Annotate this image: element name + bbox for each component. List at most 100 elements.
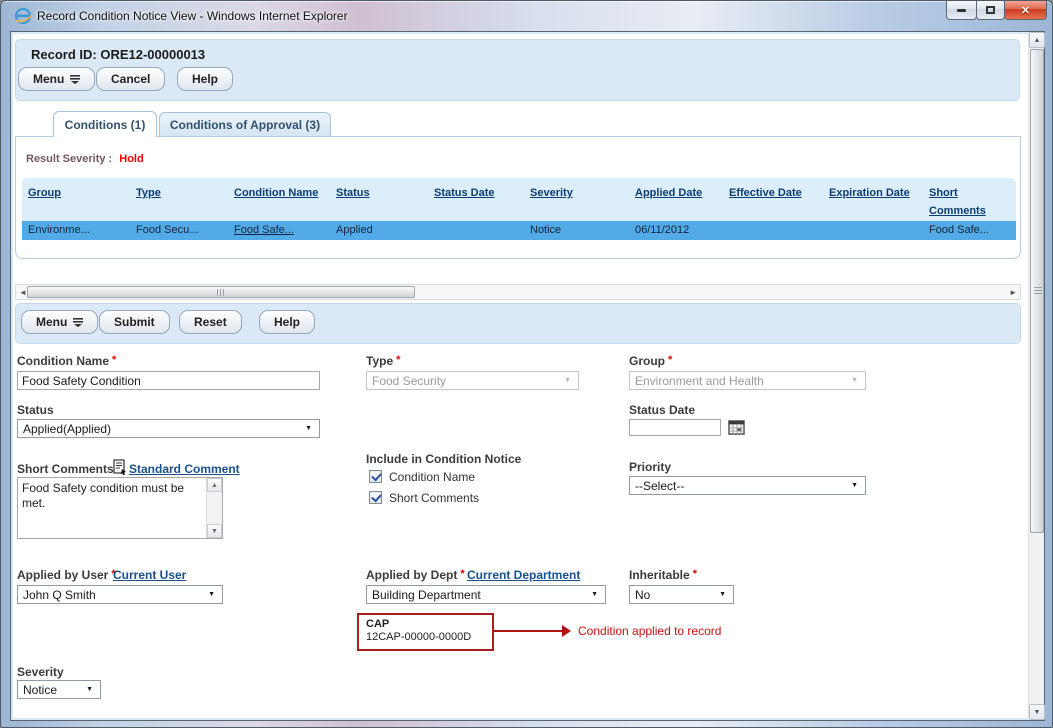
- column-header-applied-date[interactable]: Applied Date: [635, 187, 702, 199]
- cell-effective-date: [723, 221, 823, 240]
- minimize-button[interactable]: [946, 1, 977, 20]
- column-header-type[interactable]: Type: [136, 187, 161, 199]
- status-date-input[interactable]: [629, 419, 721, 436]
- standard-comment-icon[interactable]: [113, 459, 127, 476]
- severity-select[interactable]: Notice ▼: [17, 680, 101, 699]
- title-bar[interactable]: Record Condition Notice View - Windows I…: [1, 1, 1052, 31]
- condition-name-checkbox[interactable]: [369, 470, 382, 483]
- cell-group: Environme...: [22, 221, 130, 240]
- textarea-scrollbar[interactable]: ▲ ▼: [206, 478, 222, 538]
- chevron-down-icon: ▼: [719, 591, 726, 598]
- column-header-severity[interactable]: Severity: [530, 187, 573, 199]
- column-header-condition-name[interactable]: Condition Name: [234, 187, 318, 199]
- chevron-down-icon: ▼: [591, 591, 598, 598]
- cap-number: 12CAP-00000-0000D: [366, 631, 492, 643]
- cancel-button[interactable]: Cancel: [96, 67, 165, 91]
- column-header-expiration-date[interactable]: Expiration Date: [829, 187, 910, 199]
- cell-expiration-date: [823, 221, 923, 240]
- chevron-down-icon: ▼: [851, 377, 858, 384]
- annotation-arrow-icon: [562, 625, 571, 637]
- result-severity-value: Hold: [119, 153, 143, 165]
- include-in-condition-notice-label: Include in Condition Notice: [366, 452, 521, 466]
- condition-name-label: Condition Name*: [17, 354, 116, 368]
- column-header-status[interactable]: Status: [336, 187, 370, 199]
- standard-comment-link[interactable]: Standard Comment: [129, 462, 240, 476]
- current-department-link[interactable]: Current Department: [467, 568, 580, 582]
- column-header-group[interactable]: Group: [28, 187, 61, 199]
- cell-severity: Notice: [524, 221, 629, 240]
- cell-type: Food Secu...: [130, 221, 228, 240]
- close-icon: ✕: [1021, 4, 1030, 17]
- vertical-scrollbar-thumb[interactable]: [1030, 49, 1044, 533]
- reset-button[interactable]: Reset: [179, 310, 242, 334]
- chevron-down-icon: ▼: [305, 425, 312, 432]
- short-comments-checkbox[interactable]: [369, 491, 382, 504]
- short-comments-textarea[interactable]: Food Safety condition must be met. ▲ ▼: [17, 477, 223, 539]
- inheritable-select[interactable]: No ▼: [629, 585, 734, 604]
- column-header-effective-date[interactable]: Effective Date: [729, 187, 802, 199]
- help-button[interactable]: Help: [177, 67, 233, 91]
- scroll-down-icon[interactable]: ▼: [1029, 704, 1045, 720]
- tab-conditions[interactable]: Conditions (1): [53, 111, 157, 137]
- cell-short-comments: Food Safe...: [923, 221, 1016, 240]
- menu-button[interactable]: Menu: [18, 67, 95, 91]
- cap-label: CAP: [366, 618, 492, 630]
- maximize-button[interactable]: [976, 1, 1005, 20]
- required-marker: *: [668, 354, 672, 366]
- condition-name-input[interactable]: [17, 371, 320, 390]
- submit-button[interactable]: Submit: [99, 310, 170, 334]
- inheritable-label: Inheritable*: [629, 568, 697, 582]
- required-marker: *: [396, 354, 400, 366]
- type-label: Type*: [366, 354, 400, 368]
- close-button[interactable]: ✕: [1004, 1, 1047, 20]
- window-title: Record Condition Notice View - Windows I…: [37, 9, 348, 23]
- scroll-right-icon[interactable]: ►: [1009, 288, 1017, 297]
- scroll-left-icon[interactable]: ◄: [19, 288, 27, 297]
- result-severity: Result Severity : Hold: [26, 153, 144, 165]
- chevron-down-icon: ▼: [86, 686, 93, 693]
- status-date-label: Status Date: [629, 403, 695, 417]
- conditions-table: Group Type Condition Name Status Status …: [22, 178, 1016, 240]
- horizontal-scrollbar-thumb[interactable]: [27, 286, 415, 298]
- current-user-link[interactable]: Current User: [113, 568, 186, 582]
- browser-window: Record Condition Notice View - Windows I…: [0, 0, 1053, 728]
- status-select[interactable]: Applied(Applied) ▼: [17, 419, 320, 438]
- column-header-short-comments[interactable]: Short Comments: [929, 187, 986, 217]
- menu-caret-icon: [70, 75, 80, 84]
- annotation-text: Condition applied to record: [578, 624, 721, 638]
- annotation-arrow-line: [494, 630, 562, 632]
- column-header-status-date[interactable]: Status Date: [434, 187, 495, 199]
- cell-condition-name-link[interactable]: Food Safe...: [234, 224, 294, 236]
- applied-by-user-label: Applied by User*: [17, 568, 116, 582]
- form-help-button[interactable]: Help: [259, 310, 315, 334]
- menu-caret-icon: [73, 318, 83, 327]
- scroll-down-icon[interactable]: ▼: [207, 524, 222, 538]
- chevron-down-icon: ▼: [851, 482, 858, 489]
- maximize-icon: [986, 6, 995, 14]
- scroll-up-icon[interactable]: ▲: [207, 478, 222, 492]
- type-select: Food Security ▼: [366, 371, 579, 390]
- scroll-up-icon[interactable]: ▲: [1029, 32, 1045, 48]
- tab-conditions-of-approval[interactable]: Conditions of Approval (3): [159, 112, 331, 137]
- short-comments-label: Short Comments: [17, 462, 114, 476]
- condition-name-checkbox-label: Condition Name: [389, 470, 475, 484]
- applied-by-dept-select[interactable]: Building Department ▼: [366, 585, 606, 604]
- conditions-table-panel: Result Severity : Hold Group Type Condit…: [15, 136, 1021, 259]
- calendar-icon[interactable]: [728, 420, 746, 436]
- vertical-scrollbar[interactable]: ▲ ▼: [1028, 32, 1044, 720]
- status-label: Status: [17, 403, 54, 417]
- internet-explorer-icon: [14, 7, 33, 25]
- priority-select[interactable]: --Select-- ▼: [629, 476, 866, 495]
- minimize-icon: [957, 9, 966, 12]
- table-row[interactable]: Environme... Food Secu... Food Safe... A…: [22, 221, 1016, 240]
- applied-by-user-select[interactable]: John Q Smith ▼: [17, 585, 223, 604]
- group-select: Environment and Health ▼: [629, 371, 866, 390]
- table-header-row: Group Type Condition Name Status Status …: [22, 178, 1016, 221]
- severity-label: Severity: [17, 665, 64, 679]
- horizontal-scrollbar[interactable]: ◄ ►: [15, 284, 1021, 300]
- form-menu-button[interactable]: Menu: [21, 310, 98, 334]
- short-comments-checkbox-label: Short Comments: [389, 491, 479, 505]
- group-label: Group*: [629, 354, 672, 368]
- result-severity-label: Result Severity :: [26, 153, 112, 165]
- cell-applied-date: 06/11/2012: [629, 221, 723, 240]
